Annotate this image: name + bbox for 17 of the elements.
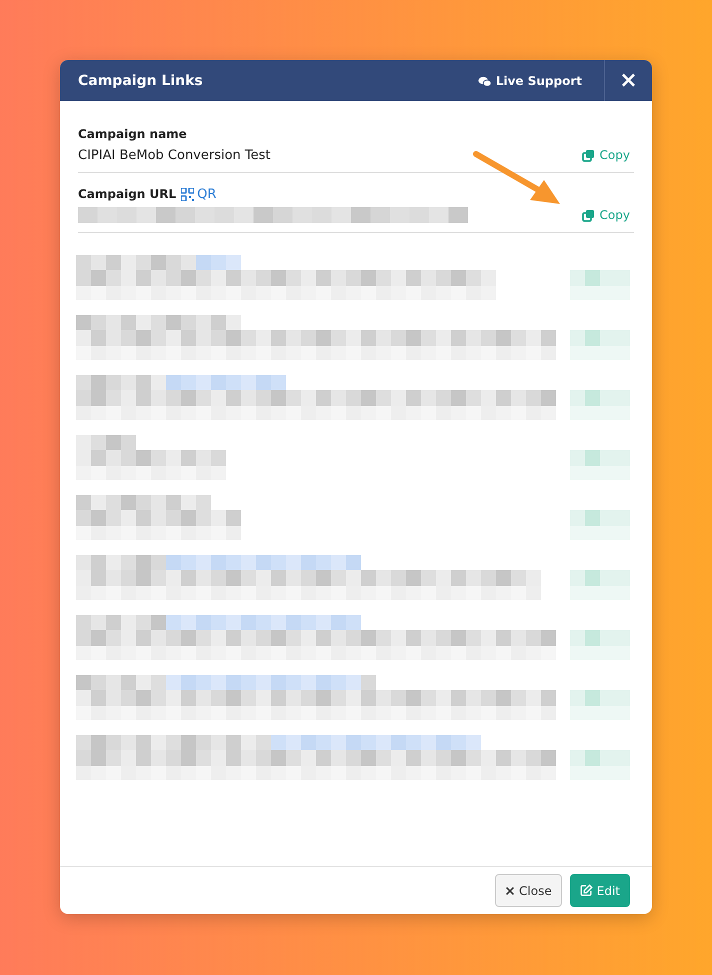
edit-icon	[580, 884, 593, 897]
live-support-button[interactable]: Live Support	[478, 60, 604, 101]
qr-icon	[181, 188, 194, 200]
close-icon	[505, 886, 516, 896]
copy-icon	[582, 208, 595, 222]
edit-button[interactable]: Edit	[570, 874, 630, 907]
field-label: Campaign URL	[78, 187, 176, 201]
close-button[interactable]: ×	[604, 60, 652, 101]
window-title: Campaign Links	[78, 72, 204, 88]
copy-link[interactable]: Copy	[582, 208, 634, 222]
close-button[interactable]: Close	[495, 874, 562, 907]
copy-link[interactable]: Copy	[582, 148, 634, 162]
field-label: Campaign name	[78, 127, 187, 141]
field-value: CIPIAI BeMob Conversion Test	[78, 148, 271, 162]
qr-link[interactable]: QR	[181, 186, 216, 202]
copy-icon	[582, 148, 595, 162]
chat-icon	[478, 74, 492, 86]
